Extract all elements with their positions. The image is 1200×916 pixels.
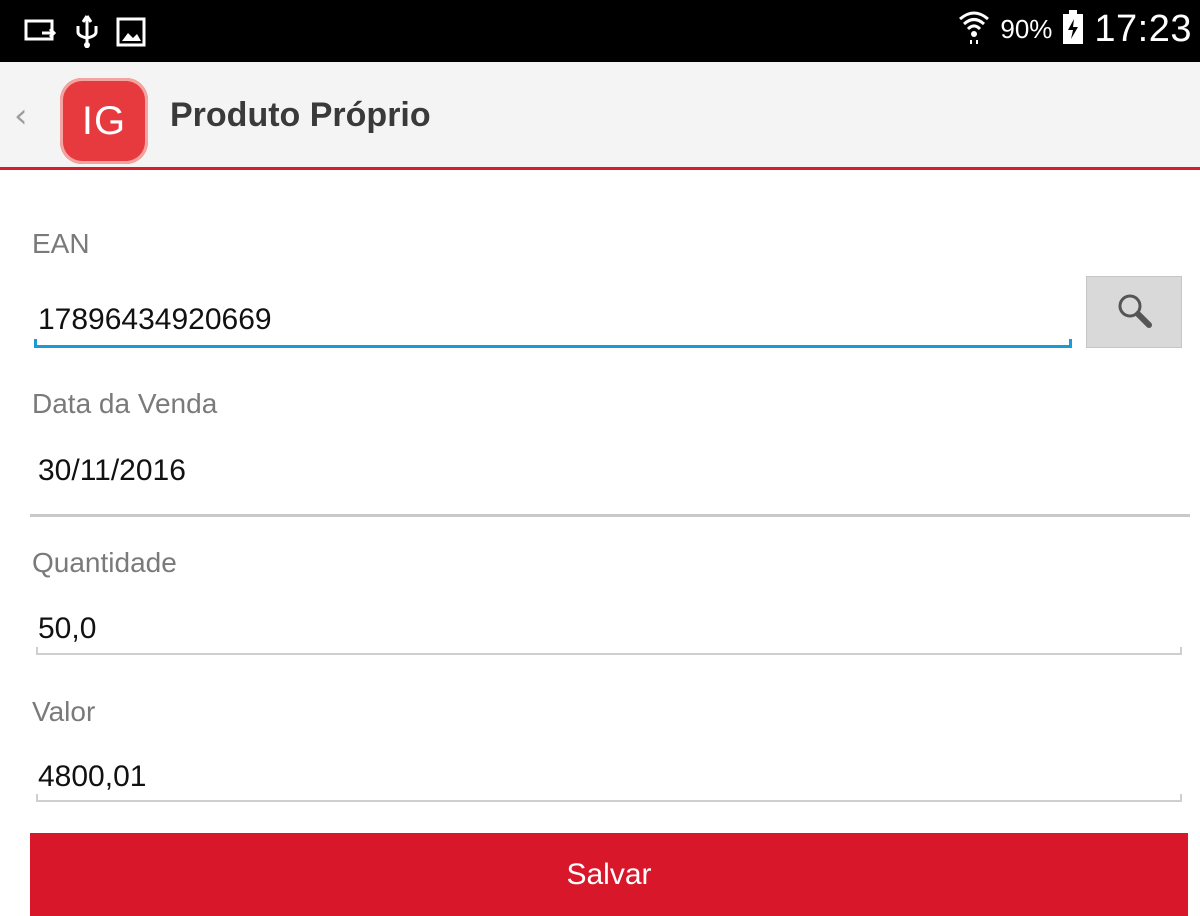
ean-label: EAN [32, 228, 90, 259]
search-button[interactable] [1086, 276, 1182, 348]
back-chevron-icon[interactable]: ‹ [14, 96, 28, 136]
battery-percent: 90% [1000, 14, 1053, 44]
valor-input[interactable]: 4800,01 [38, 760, 146, 794]
search-icon [1114, 290, 1154, 335]
quantidade-underline [36, 647, 1182, 655]
ean-input[interactable]: 17896434920669 [38, 303, 272, 337]
battery-charging-icon [1062, 10, 1084, 49]
app-logo-text: IG [81, 98, 127, 143]
clock: 17:23 [1094, 8, 1192, 50]
cast-icon [24, 17, 58, 52]
status-bar-left-icons [24, 14, 146, 55]
wifi-icon [958, 9, 990, 50]
data-venda-field[interactable]: 30/11/2016 [38, 454, 186, 488]
page-title: Produto Próprio [170, 96, 431, 134]
quantidade-label: Quantidade [32, 547, 177, 578]
app-logo[interactable]: IG [60, 78, 148, 164]
action-bar: ‹ IG Produto Próprio [0, 62, 1200, 170]
save-button[interactable]: Salvar [30, 833, 1188, 916]
ean-input-focus-underline [34, 339, 1072, 348]
data-venda-divider [30, 514, 1190, 517]
status-bar-right: 90% 17:23 [958, 8, 1192, 51]
valor-label: Valor [32, 696, 96, 727]
image-icon [116, 17, 146, 52]
status-bar: 90% 17:23 [0, 0, 1200, 62]
data-venda-label: Data da Venda [32, 388, 218, 419]
usb-icon [74, 14, 100, 55]
valor-underline [36, 794, 1182, 802]
quantidade-input[interactable]: 50,0 [38, 612, 96, 646]
